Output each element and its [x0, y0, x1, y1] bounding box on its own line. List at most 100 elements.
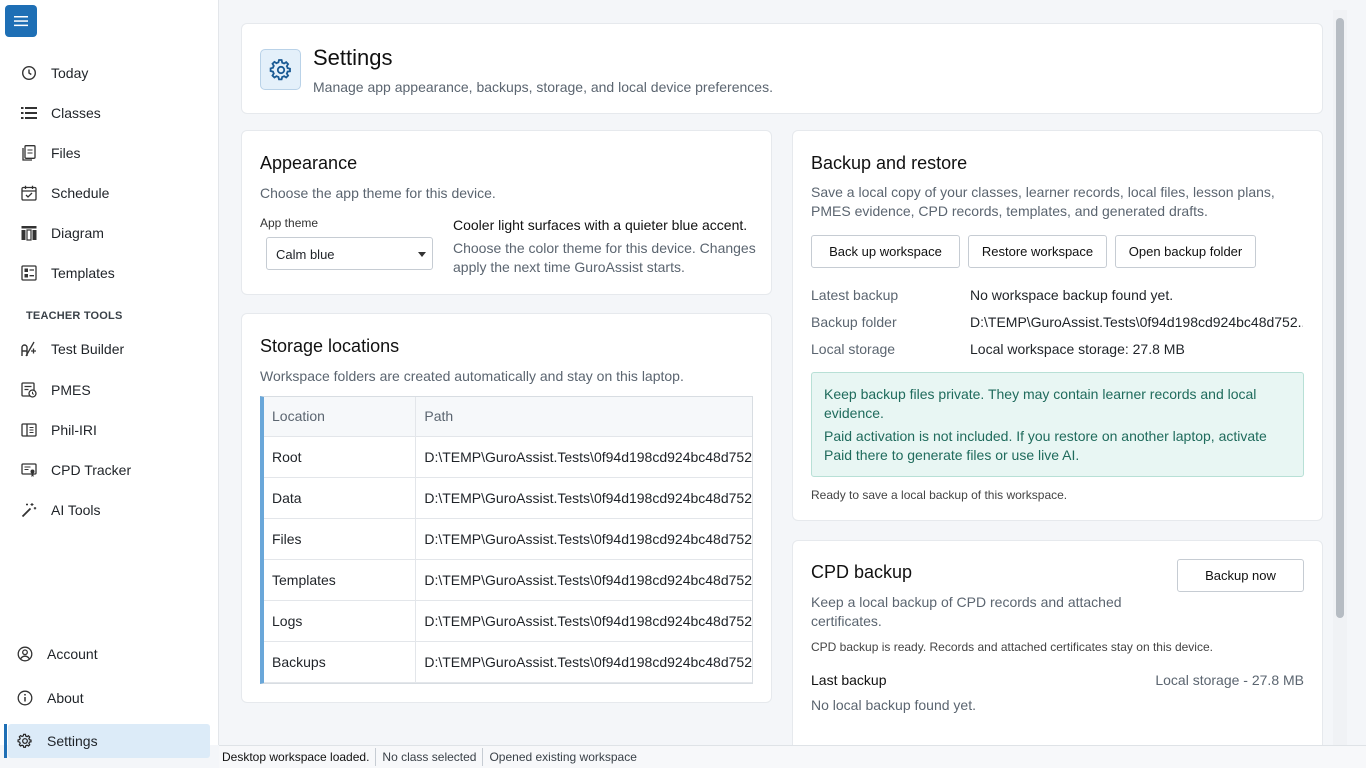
storage-subtitle: Workspace folders are created automatica… — [260, 368, 684, 384]
storage-title: Storage locations — [260, 336, 400, 356]
page-title: Settings — [313, 45, 393, 70]
column-header-path[interactable]: Path — [415, 397, 752, 437]
nav-settings[interactable]: Settings — [4, 724, 210, 758]
settings-header: Settings Manage app appearance, backups,… — [241, 23, 1323, 114]
nav-templates[interactable]: Templates — [8, 256, 210, 290]
status-message: Opened existing workspace — [489, 750, 637, 764]
certificate-icon — [20, 461, 38, 479]
nav-about[interactable]: About — [8, 681, 210, 715]
nav-label: Files — [51, 145, 81, 161]
cell-path: D:\TEMP\GuroAssist.Tests\0f94d198cd924bc… — [415, 559, 752, 601]
book-icon — [20, 421, 38, 439]
column-header-location[interactable]: Location — [264, 397, 417, 437]
backup-notice: Keep backup files private. They may cont… — [811, 372, 1304, 477]
document-icon — [20, 144, 38, 162]
nav-files[interactable]: Files — [8, 136, 210, 170]
table-row[interactable]: Files D:\TEMP\GuroAssist.Tests\0f94d198cd… — [264, 518, 752, 560]
main-content: Settings Manage app appearance, backups,… — [220, 0, 1332, 745]
nav-label: Templates — [51, 265, 115, 281]
nav-label: About — [47, 690, 84, 706]
user-icon — [16, 645, 34, 663]
backup-folder-label: Backup folder — [811, 314, 897, 330]
cell-location: Logs — [264, 600, 417, 642]
latest-backup-value: No workspace backup found yet. — [970, 287, 1174, 303]
template-icon — [20, 264, 38, 282]
open-backup-folder-button[interactable]: Open backup folder — [1115, 235, 1256, 268]
gear-icon — [269, 58, 291, 80]
table-header-row: Location Path — [264, 397, 752, 437]
nav-pmes[interactable]: PMES — [8, 373, 210, 407]
cpd-status: CPD backup is ready. Records and attache… — [811, 640, 1213, 654]
nav-label: Settings — [47, 733, 98, 749]
nav-today[interactable]: Today — [8, 56, 210, 90]
theme-label: App theme — [260, 216, 319, 230]
cpd-last-backup-value: No local backup found yet. — [811, 697, 976, 713]
backup-folder-value: D:\TEMP\GuroAssist.Tests\0f94d198cd924bc… — [970, 314, 1303, 330]
cpd-last-backup-label: Last backup — [811, 672, 887, 688]
pmes-icon — [20, 381, 38, 399]
backup-workspace-button[interactable]: Back up workspace — [811, 235, 960, 268]
appearance-card: Appearance Choose the app theme for this… — [241, 130, 772, 295]
table-row[interactable]: Backups D:\TEMP\GuroAssist.Tests\0f94d198… — [264, 641, 752, 683]
nav-label: PMES — [51, 382, 91, 398]
cell-location: Data — [264, 477, 417, 519]
nav-diagram[interactable]: Diagram — [8, 216, 210, 250]
status-class: No class selected — [376, 748, 484, 766]
hamburger-icon — [14, 16, 28, 27]
nav-label: Account — [47, 646, 98, 662]
nav-phil-iri[interactable]: Phil-IRI — [8, 413, 210, 447]
table-row[interactable]: Root D:\TEMP\GuroAssist.Tests\0f94d198cd9… — [264, 436, 752, 478]
nav-test-builder[interactable]: Test Builder — [8, 332, 210, 366]
backup-subtitle: Save a local copy of your classes, learn… — [811, 184, 1275, 219]
status-bar: Desktop workspace loaded. No class selec… — [219, 745, 1366, 768]
gear-icon — [16, 732, 34, 750]
nav-account[interactable]: Account — [8, 637, 210, 671]
nav-classes[interactable]: Classes — [8, 96, 210, 130]
clock-icon — [20, 64, 38, 82]
main-scrollbar[interactable] — [1333, 10, 1347, 745]
latest-backup-label: Latest backup — [811, 287, 899, 303]
cell-location: Root — [264, 436, 417, 478]
test-builder-icon — [20, 340, 38, 358]
magic-wand-icon — [20, 501, 38, 519]
info-icon — [16, 689, 34, 707]
menu-button[interactable] — [5, 5, 37, 37]
nav-cpd-tracker[interactable]: CPD Tracker — [8, 453, 210, 487]
theme-select[interactable]: Calm blue — [266, 237, 433, 270]
restore-workspace-button[interactable]: Restore workspace — [968, 235, 1107, 268]
cell-path: D:\TEMP\GuroAssist.Tests\0f94d198cd924bc… — [415, 477, 752, 519]
theme-note: Choose the color theme for this device. … — [453, 240, 756, 275]
scrollbar-thumb[interactable] — [1336, 18, 1344, 618]
chevron-down-icon — [418, 252, 426, 257]
backup-status: Ready to save a local backup of this wor… — [811, 488, 1068, 502]
nav-label: Today — [51, 65, 89, 81]
nav-label: Test Builder — [51, 341, 125, 357]
backup-notice-activation: Paid activation is not included. If you … — [824, 428, 1267, 463]
local-storage-value: Local workspace storage: 27.8 MB — [970, 341, 1185, 357]
table-row[interactable]: Data D:\TEMP\GuroAssist.Tests\0f94d198cd9… — [264, 477, 752, 519]
local-storage-label: Local storage — [811, 341, 896, 357]
section-teacher-tools: TEACHER TOOLS — [26, 310, 123, 322]
nav-schedule[interactable]: Schedule — [8, 176, 210, 210]
storage-table: Location Path Root D:\TEMP\GuroAssist.Tes… — [260, 396, 753, 684]
settings-header-icon — [260, 49, 301, 90]
list-icon — [20, 104, 38, 122]
appearance-subtitle: Choose the app theme for this device. — [260, 185, 496, 201]
nav-label: Schedule — [51, 185, 110, 201]
cell-path: D:\TEMP\GuroAssist.Tests\0f94d198cd924bc… — [415, 600, 752, 642]
page-subtitle: Manage app appearance, backups, storage,… — [313, 79, 773, 95]
storage-card: Storage locations Workspace folders are … — [241, 313, 772, 703]
nav-ai-tools[interactable]: AI Tools — [8, 493, 210, 527]
backup-title: Backup and restore — [811, 153, 968, 173]
cpd-subtitle: Keep a local backup of CPD records and a… — [811, 594, 1122, 629]
table-row[interactable]: Templates D:\TEMP\GuroAssist.Tests\0f94d1… — [264, 559, 752, 601]
cpd-storage-size: Local storage - 27.8 MB — [1155, 672, 1304, 688]
theme-description: Cooler light surfaces with a quieter blu… — [453, 217, 748, 233]
table-row[interactable]: Logs D:\TEMP\GuroAssist.Tests\0f94d198cd9… — [264, 600, 752, 642]
cpd-backup-now-button[interactable]: Backup now — [1177, 559, 1304, 592]
cell-path: D:\TEMP\GuroAssist.Tests\0f94d198cd924bc… — [415, 518, 752, 560]
nav-label: Classes — [51, 105, 101, 121]
cell-path: D:\TEMP\GuroAssist.Tests\0f94d198cd924bc… — [415, 436, 752, 478]
backup-card: Backup and restore Save a local copy of … — [792, 130, 1323, 521]
nav-label: Phil-IRI — [51, 422, 97, 438]
